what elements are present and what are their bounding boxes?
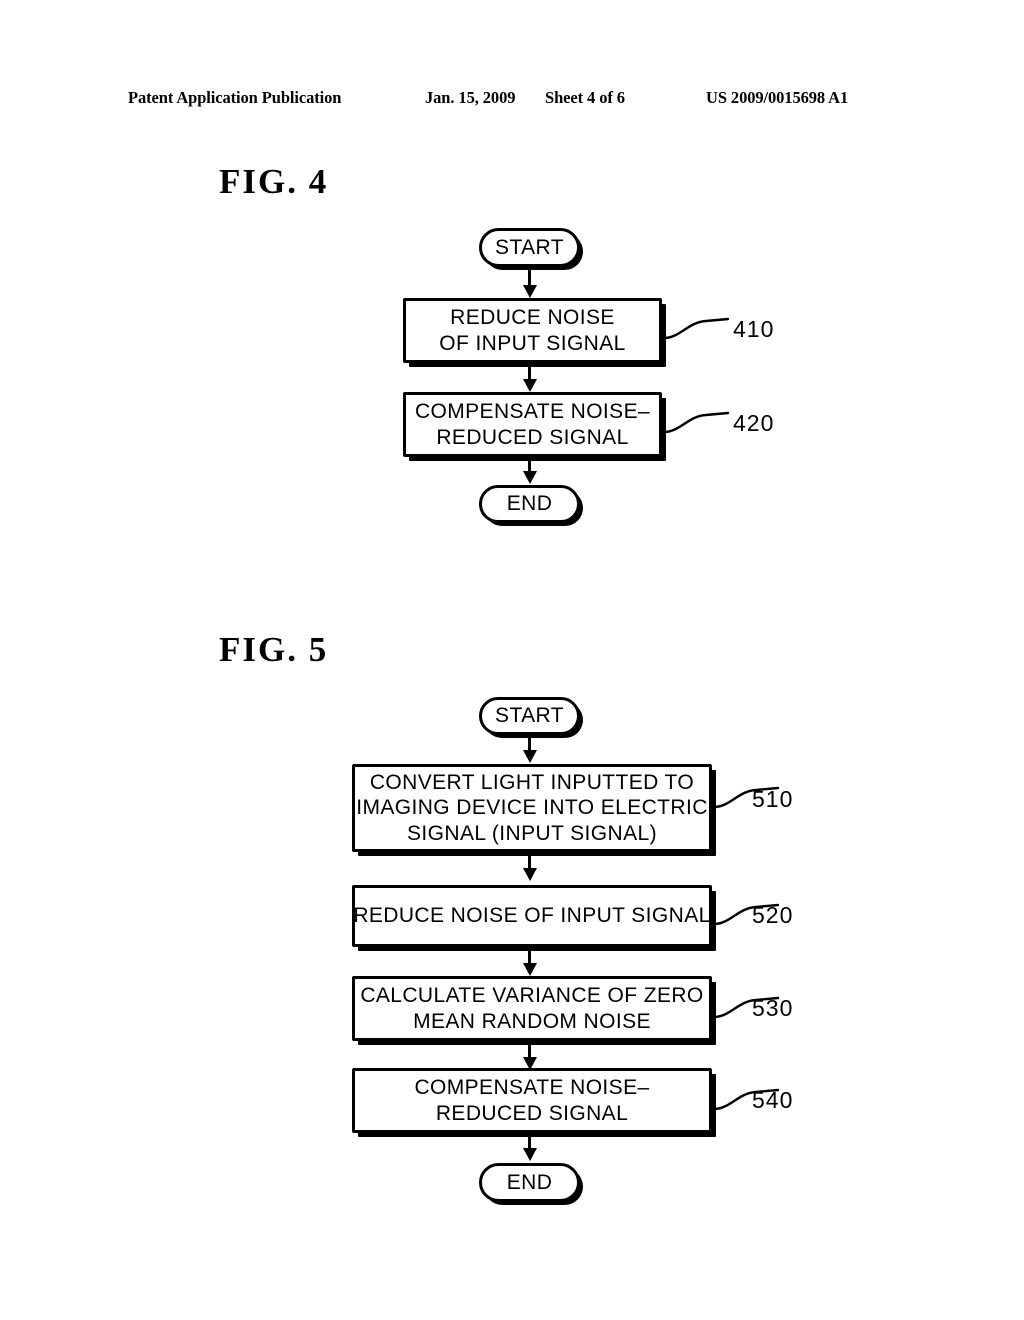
fig5-node-calculate-variance-label: CALCULATE VARIANCE OF ZERO MEAN RANDOM N…: [360, 983, 704, 1033]
fig5-node-start-label: START: [495, 704, 564, 728]
fig5-ref-number-530: 530: [752, 995, 794, 1021]
fig5-connector-530-to-540: [528, 1044, 531, 1058]
fig5-connector-start-to-510: [528, 735, 531, 751]
fig5-node-reduce-noise-label: REDUCE NOISE OF INPUT SIGNAL: [353, 904, 711, 928]
figure-5-flowchart: START CONVERT LIGHT INPUTTED TO IMAGING …: [0, 0, 1024, 1320]
fig5-arrowhead-540-to-end: [523, 1148, 537, 1161]
fig5-node-end: END: [479, 1163, 580, 1202]
fig5-node-convert-light: CONVERT LIGHT INPUTTED TO IMAGING DEVICE…: [352, 764, 712, 852]
fig5-connector-520-to-530: [528, 950, 531, 964]
fig5-node-start: START: [479, 697, 580, 735]
fig5-node-compensate-label: COMPENSATE NOISE– REDUCED SIGNAL: [414, 1075, 650, 1125]
fig5-node-calculate-variance: CALCULATE VARIANCE OF ZERO MEAN RANDOM N…: [352, 976, 712, 1041]
fig5-arrowhead-start-to-510: [523, 750, 537, 763]
fig5-ref-number-540: 540: [752, 1087, 794, 1113]
fig5-arrowhead-510-to-520: [523, 868, 537, 881]
fig5-connector-510-to-520: [528, 855, 531, 869]
fig5-node-end-label: END: [506, 1170, 553, 1194]
fig5-node-reduce-noise: REDUCE NOISE OF INPUT SIGNAL: [352, 885, 712, 947]
fig5-node-convert-light-label: CONVERT LIGHT INPUTTED TO IMAGING DEVICE…: [356, 770, 708, 845]
fig5-node-compensate: COMPENSATE NOISE– REDUCED SIGNAL: [352, 1068, 712, 1133]
fig5-ref-number-510: 510: [752, 786, 794, 812]
fig5-ref-number-520: 520: [752, 902, 794, 928]
fig5-arrowhead-520-to-530: [523, 963, 537, 976]
